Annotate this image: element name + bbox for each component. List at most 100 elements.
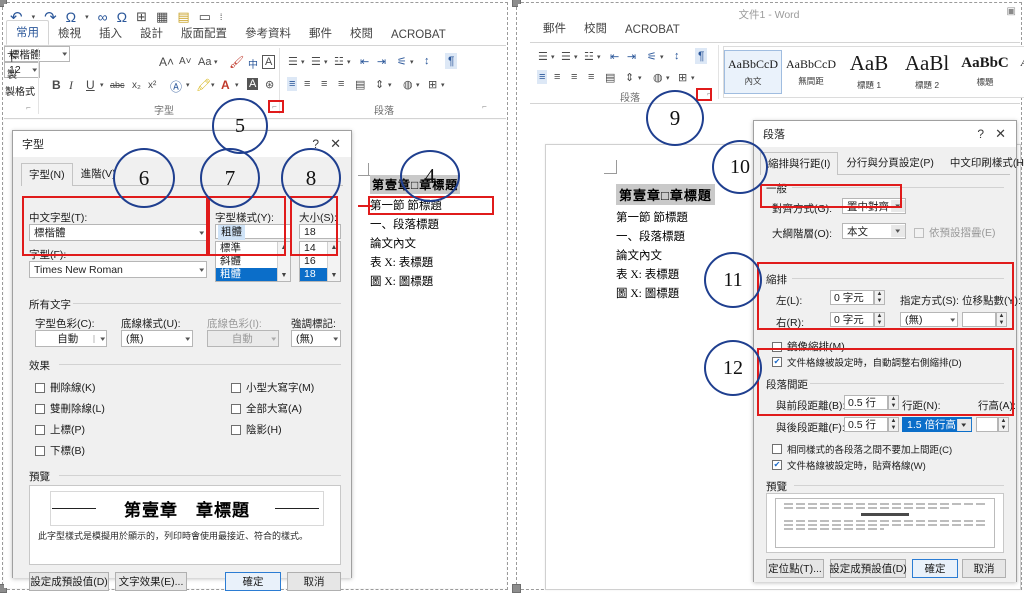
tab-asian-typography[interactable]: 中文印刷樣式(H) xyxy=(942,151,1024,174)
set-as-default-button[interactable]: 設定成預設值(D) xyxy=(829,559,907,578)
effect-shadow[interactable]: 陰影(H) xyxy=(231,422,282,437)
borders-icon[interactable]: ⊞ xyxy=(678,71,687,84)
text-effects-dropdown-icon[interactable]: ▾ xyxy=(186,81,190,89)
doc-line-paragraph[interactable]: 一、段落標題 xyxy=(370,216,460,232)
ok-button[interactable]: 確定 xyxy=(912,559,958,578)
close-icon[interactable]: ✕ xyxy=(995,126,1006,142)
align-right-icon[interactable]: ≡ xyxy=(321,78,327,90)
justify-icon[interactable]: ≡ xyxy=(338,78,344,90)
space-after-spinner[interactable]: ▲ ▼ xyxy=(888,417,899,432)
style-tile-heading2[interactable]: AaBl 標題 2 xyxy=(898,50,956,94)
spinner-down-icon[interactable]: ▼ xyxy=(999,425,1008,432)
shrink-font-icon[interactable]: A˅ xyxy=(179,56,192,67)
borders-icon[interactable]: ⊞ xyxy=(428,78,437,91)
spinner-down-icon[interactable]: ▼ xyxy=(889,425,898,432)
phonetic-guide-icon[interactable]: 中 xyxy=(248,56,258,71)
doc-line-figure[interactable]: 圖 X: 圖標題 xyxy=(370,273,460,289)
asian-layout-dropdown-icon[interactable]: ▾ xyxy=(410,58,414,66)
increase-indent-icon[interactable]: ⇥ xyxy=(627,50,636,63)
underline-style-combo[interactable]: (無) ▾ xyxy=(121,330,193,347)
ribbon-tab-home[interactable]: 常用 xyxy=(6,20,49,45)
effect-small-caps[interactable]: 小型大寫字(M) xyxy=(231,380,314,395)
ribbon-tab-view[interactable]: 檢視 xyxy=(49,22,90,45)
change-case-dropdown-icon[interactable]: ▾ xyxy=(214,58,218,66)
underline-dropdown-icon[interactable]: ▾ xyxy=(100,81,104,89)
tabs-button[interactable]: 定位點(T)... xyxy=(766,559,824,578)
doc-line-paragraph[interactable]: 一、段落標題 xyxy=(616,228,715,244)
underline-icon[interactable]: U xyxy=(86,78,95,92)
decrease-indent-icon[interactable]: ⇤ xyxy=(360,55,369,68)
effect-double-strikethrough[interactable]: 雙刪除線(L) xyxy=(35,401,105,416)
effect-subscript[interactable]: 下標(B) xyxy=(35,443,85,458)
emphasis-combo[interactable]: (無) ▾ xyxy=(291,330,341,347)
multilevel-dropdown-icon[interactable]: ▾ xyxy=(597,53,601,61)
align-center-icon[interactable]: ≡ xyxy=(304,78,310,90)
style-tile-title[interactable]: AaBbC 標題 xyxy=(956,50,1014,94)
help-icon[interactable]: ? xyxy=(977,127,984,141)
increase-indent-icon[interactable]: ⇥ xyxy=(377,55,386,68)
numbering-icon[interactable]: ☰ xyxy=(311,55,321,68)
ribbon-tab-acrobat-right[interactable]: ACROBAT xyxy=(616,21,689,40)
close-icon[interactable]: ✕ xyxy=(330,136,341,152)
ribbon-tab-insert[interactable]: 插入 xyxy=(90,22,131,45)
numbering-dropdown-icon[interactable]: ▾ xyxy=(324,58,328,66)
doc-line-body[interactable]: 論文內文 xyxy=(616,247,715,263)
doc-line-figure[interactable]: 圖 X: 圖標題 xyxy=(616,285,715,301)
show-marks-icon[interactable]: ¶ xyxy=(445,53,458,69)
style-tile-subtitle[interactable]: AaBbCcD 副標題 xyxy=(1014,50,1024,94)
bullets-dropdown-icon[interactable]: ▾ xyxy=(301,58,305,66)
tab-indents-spacing[interactable]: 縮排與行距(I) xyxy=(760,152,839,175)
style-tile-nospacing[interactable]: AaBbCcD 無間距 xyxy=(782,50,840,94)
line-spacing-dropdown-icon[interactable]: ▾ xyxy=(638,74,642,82)
effect-superscript[interactable]: 上標(P) xyxy=(35,422,85,437)
change-case-icon[interactable]: Aa xyxy=(198,56,211,68)
asian-layout-dropdown-icon[interactable]: ▾ xyxy=(660,53,664,61)
align-left-icon[interactable]: ≡ xyxy=(287,77,298,91)
shading-dropdown-icon[interactable]: ▾ xyxy=(416,81,420,89)
doc-line-title[interactable]: 第壹章□章標題 xyxy=(616,184,715,205)
bullets-icon[interactable]: ☰ xyxy=(538,50,548,63)
cancel-button[interactable]: 取消 xyxy=(287,572,341,591)
sort-icon[interactable]: ↕ xyxy=(424,55,430,67)
tab-font[interactable]: 字型(N) xyxy=(21,163,73,186)
enclose-character-icon[interactable]: ⊛ xyxy=(265,78,274,91)
ribbon-options-icon[interactable]: ▣ xyxy=(1007,6,1016,17)
character-shading-icon[interactable]: A xyxy=(247,78,259,90)
numbering-dropdown-icon[interactable]: ▾ xyxy=(574,53,578,61)
style-tile-heading1[interactable]: AaB 標題 1 xyxy=(840,50,898,94)
ribbon-tab-review-right[interactable]: 校閱 xyxy=(575,17,616,40)
cancel-button[interactable]: 取消 xyxy=(962,559,1006,578)
paragraph-dialog-launcher-left[interactable]: ⌐ xyxy=(480,102,489,111)
character-border-icon[interactable]: A xyxy=(262,55,276,69)
effect-strikethrough[interactable]: 刪除線(K) xyxy=(35,380,96,395)
asian-layout-icon[interactable]: ⚟ xyxy=(397,55,407,68)
same-style-no-space-checkbox[interactable]: 相同樣式的各段落之間不要加上間距(C) xyxy=(772,442,952,456)
space-after-field[interactable]: 0.5 行 xyxy=(844,417,888,432)
ok-button[interactable]: 確定 xyxy=(225,572,281,591)
bold-icon[interactable]: B xyxy=(52,78,61,92)
borders-dropdown-icon[interactable]: ▾ xyxy=(691,74,695,82)
align-center-icon[interactable]: ≡ xyxy=(554,71,560,83)
style-tile-normal[interactable]: AaBbCcD 內文 xyxy=(724,50,782,94)
doc-line-table[interactable]: 表 X: 表標題 xyxy=(370,254,460,270)
justify-icon[interactable]: ≡ xyxy=(588,71,594,83)
scroll-down-icon[interactable]: ▼ xyxy=(328,270,340,281)
align-right-icon[interactable]: ≡ xyxy=(571,71,577,83)
outline-level-combo[interactable]: 本文 ▾ xyxy=(842,223,906,239)
line-spacing-icon[interactable]: ⇕ xyxy=(625,71,634,84)
set-as-default-button[interactable]: 設定成預設值(D) xyxy=(29,572,109,591)
ribbon-tab-mailings[interactable]: 郵件 xyxy=(300,22,341,45)
grow-font-icon[interactable]: A˄ xyxy=(159,55,174,69)
strikethrough-icon[interactable]: abc xyxy=(110,80,125,90)
tab-line-page-breaks[interactable]: 分行與分頁設定(P) xyxy=(838,151,942,174)
omega-dropdown-icon[interactable]: ▾ xyxy=(85,14,89,21)
distribute-icon[interactable]: ▤ xyxy=(605,71,615,84)
doc-line-section[interactable]: 第一節 節標題 xyxy=(616,209,715,225)
ribbon-tab-mailings-right[interactable]: 郵件 xyxy=(534,17,575,40)
clipboard-dialog-launcher[interactable]: ⌐ xyxy=(24,103,33,112)
more-icon[interactable]: ⁞ xyxy=(220,12,223,22)
doc-line-body[interactable]: 論文內文 xyxy=(370,235,460,251)
font-color-combo[interactable]: 自動 ▾ xyxy=(35,330,107,347)
line-spacing-icon[interactable]: ⇕ xyxy=(375,78,384,91)
bullets-icon[interactable]: ☰ xyxy=(288,55,298,68)
